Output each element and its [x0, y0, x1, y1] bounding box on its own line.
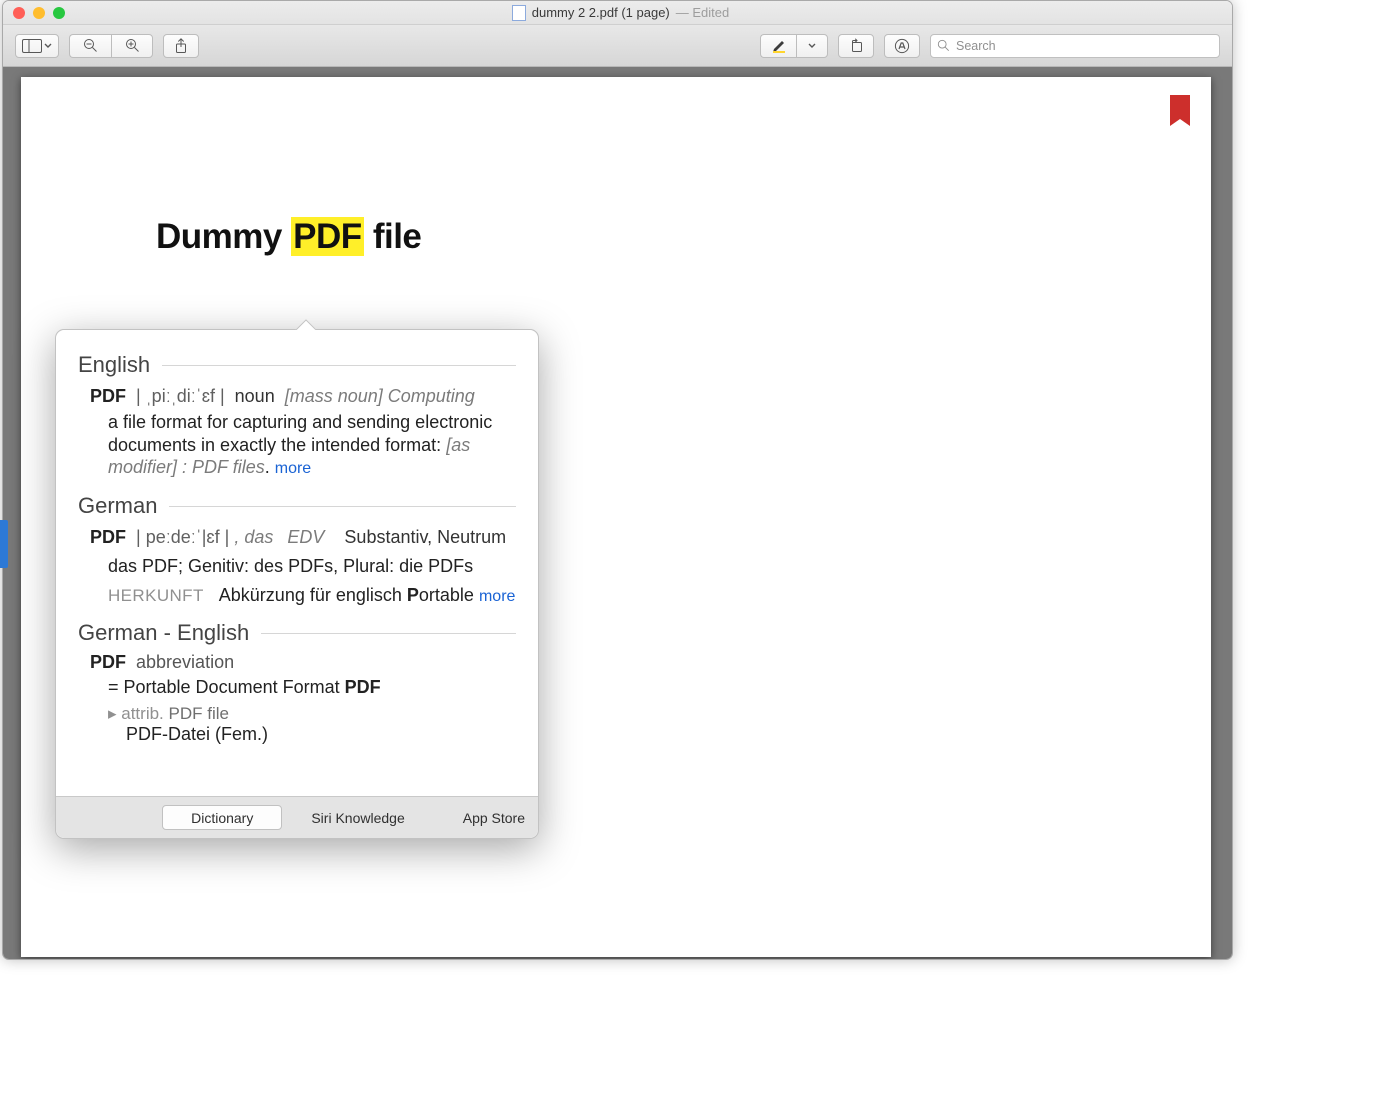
- pdf-file-icon: [512, 5, 526, 21]
- german-origin-text: Abkürzung für englisch: [219, 585, 407, 605]
- german-meta-2: EDV: [287, 527, 324, 547]
- rotate-button[interactable]: [838, 34, 874, 58]
- equals-bold: PDF: [345, 677, 381, 697]
- search-field[interactable]: [930, 34, 1220, 58]
- highlight-segment: [760, 34, 828, 58]
- german-origin: HERKUNFT Abkürzung für englisch Portable…: [78, 585, 516, 606]
- english-label: English: [78, 352, 150, 378]
- german-forms: das PDF; Genitiv: des PDFs, Plural: die …: [78, 556, 516, 577]
- markup-toolbar-button[interactable]: [884, 34, 920, 58]
- english-section-header: English: [78, 352, 516, 378]
- popover-footer: Dictionary Siri Knowledge App Store: [56, 796, 538, 838]
- english-definition: a file format for capturing and sending …: [78, 411, 516, 479]
- heading-prefix: Dummy: [156, 217, 291, 256]
- heading-highlighted-word[interactable]: PDF: [291, 217, 364, 256]
- german-english-translation: PDF-Datei (Fem.): [78, 724, 516, 745]
- highlight-button[interactable]: [760, 34, 796, 58]
- bookmark-icon[interactable]: [1169, 95, 1191, 127]
- preview-window: dummy 2 2.pdf (1 page) — Edited: [2, 0, 1233, 960]
- close-window-button[interactable]: [13, 7, 25, 19]
- german-origin-rest: ortable: [419, 585, 474, 605]
- german-section-header: German: [78, 493, 516, 519]
- attrib-marker: ▸ attrib.: [108, 704, 169, 723]
- german-phonetic: | peːdeːˈ|ɛf |: [136, 527, 229, 547]
- zoom-out-button[interactable]: [69, 34, 111, 58]
- german-english-attrib: ▸ attrib. PDF file: [78, 704, 516, 724]
- german-english-entry-header: PDF abbreviation: [78, 652, 516, 673]
- minimize-window-button[interactable]: [33, 7, 45, 19]
- document-heading[interactable]: Dummy PDF file: [156, 217, 421, 257]
- german-english-section-header: German - English: [78, 620, 516, 646]
- german-english-abbr-label: abbreviation: [136, 652, 234, 672]
- window-title: dummy 2 2.pdf (1 page) — Edited: [65, 5, 1176, 21]
- titlebar: dummy 2 2.pdf (1 page) — Edited: [3, 1, 1232, 25]
- equals-prefix: =: [108, 677, 124, 697]
- attrib-text: PDF file: [169, 704, 229, 723]
- german-english-expansion: = Portable Document Format PDF: [78, 677, 516, 698]
- german-english-word: PDF: [90, 652, 126, 672]
- german-more-link[interactable]: more: [479, 588, 515, 605]
- zoom-segment: [69, 34, 153, 58]
- background-window-edge: [0, 520, 8, 568]
- german-word: PDF: [90, 527, 126, 547]
- zoom-in-button[interactable]: [111, 34, 153, 58]
- english-part-of-speech: noun: [235, 386, 275, 406]
- equals-text: Portable Document Format: [124, 677, 345, 697]
- english-word: PDF: [90, 386, 126, 406]
- german-english-label: German - English: [78, 620, 249, 646]
- search-icon: [937, 39, 950, 52]
- dictionary-tab[interactable]: Dictionary: [162, 805, 282, 830]
- german-meta-1: , das: [234, 527, 273, 547]
- highlight-dropdown-button[interactable]: [796, 34, 828, 58]
- english-entry-header: PDF | ˌpiːˌdiːˈɛf | noun [mass noun] Com…: [78, 386, 516, 407]
- document-viewport[interactable]: Dummy PDF file English PDF | ˌpiːˌdiːˈɛf…: [3, 67, 1232, 959]
- toolbar: [3, 25, 1232, 67]
- share-button[interactable]: [163, 34, 199, 58]
- german-entry-header: PDF | peːdeːˈ|ɛf | , das EDV Substantiv, …: [78, 527, 516, 548]
- german-origin-bold: P: [407, 585, 419, 605]
- window-controls: [3, 7, 65, 19]
- german-part-of-speech: Substantiv, Neutrum: [344, 527, 506, 547]
- app-store-tab[interactable]: App Store: [434, 805, 536, 830]
- english-definition-text: a file format for capturing and sending …: [108, 412, 492, 455]
- german-origin-label: HERKUNFT: [108, 586, 204, 605]
- search-input[interactable]: [956, 39, 1213, 53]
- english-more-link[interactable]: more: [275, 460, 311, 477]
- edited-status-label: — Edited: [676, 5, 729, 20]
- lookup-popover: English PDF | ˌpiːˌdiːˈɛf | noun [mass n…: [55, 329, 539, 839]
- filename-label: dummy 2 2.pdf (1 page): [532, 5, 670, 20]
- siri-knowledge-tab[interactable]: Siri Knowledge: [282, 805, 433, 830]
- zoom-window-button[interactable]: [53, 7, 65, 19]
- sidebar-toggle-button[interactable]: [15, 34, 59, 58]
- english-phonetic: | ˌpiːˌdiːˈɛf |: [136, 386, 225, 406]
- heading-suffix: file: [364, 217, 422, 256]
- english-meta: [mass noun] Computing: [285, 386, 475, 406]
- popover-content[interactable]: English PDF | ˌpiːˌdiːˈɛf | noun [mass n…: [56, 330, 538, 796]
- german-label: German: [78, 493, 157, 519]
